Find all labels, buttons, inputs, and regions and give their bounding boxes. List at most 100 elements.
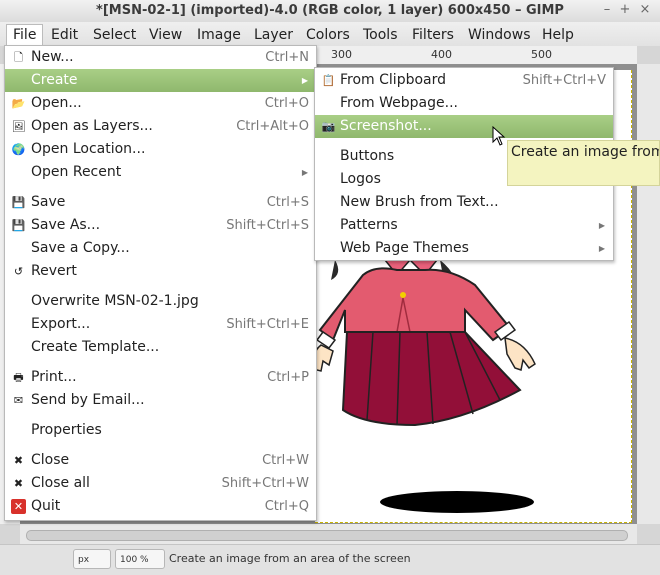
mouse-cursor-icon <box>492 126 506 146</box>
tooltip-text: Create an image from a <box>511 144 659 160</box>
menu-select[interactable]: Select <box>87 25 142 45</box>
menu-item-open-location[interactable]: 🌍 Open Location... <box>5 138 316 161</box>
menu-item-label: Buttons <box>340 148 395 164</box>
menu-item-label: Revert <box>31 263 77 279</box>
menu-help[interactable]: Help <box>536 25 580 45</box>
menu-item-accel: Ctrl+S <box>266 195 309 210</box>
menu-item-label: Send by Email... <box>31 392 145 408</box>
maximize-button[interactable]: + <box>617 2 633 18</box>
save-icon: 💾 <box>11 196 26 209</box>
file-menu: 🗋 New... Ctrl+N Create ▶ 📂 Open... Ctrl+… <box>4 45 317 521</box>
menu-item-save-as[interactable]: 💾 Save As... Shift+Ctrl+S <box>5 214 316 237</box>
ruler-label: 300 <box>331 48 352 61</box>
window-title: *[MSN-02-1] (imported)-4.0 (RGB color, 1… <box>96 3 564 18</box>
menu-colors[interactable]: Colors <box>300 25 356 45</box>
menu-item-save-copy[interactable]: Save a Copy... <box>5 237 316 260</box>
menu-item-label: Print... <box>31 369 77 385</box>
menu-image[interactable]: Image <box>191 25 247 45</box>
tooltip: Create an image from a <box>507 140 660 186</box>
camera-icon: 📷 <box>321 120 336 133</box>
menu-layer[interactable]: Layer <box>248 25 299 45</box>
submenu-arrow-icon: ▶ <box>598 221 605 230</box>
revert-icon: ↺ <box>13 265 24 278</box>
menu-item-label: From Webpage... <box>340 95 458 111</box>
menu-item-label: Export... <box>31 316 91 332</box>
status-message: Create an image from an area of the scre… <box>169 552 411 565</box>
menu-item-save[interactable]: 💾 Save Ctrl+S <box>5 191 316 214</box>
menu-item-web-page-themes[interactable]: Web Page Themes ▶ <box>315 237 613 260</box>
menu-item-export[interactable]: Export... Shift+Ctrl+E <box>5 313 316 336</box>
close-icon: ✖ <box>13 477 24 490</box>
open-layers-icon: 🖼 <box>11 120 26 133</box>
menu-item-label: Overwrite MSN-02-1.jpg <box>31 293 199 309</box>
horizontal-scrollbar[interactable] <box>20 524 637 544</box>
menu-item-label: Open Location... <box>31 141 146 157</box>
menu-item-close[interactable]: ✖ Close Ctrl+W <box>5 449 316 472</box>
menu-item-from-clipboard[interactable]: 📋 From Clipboard Shift+Ctrl+V <box>315 69 613 92</box>
minimize-button[interactable]: – <box>599 2 615 18</box>
menu-item-close-all[interactable]: ✖ Close all Shift+Ctrl+W <box>5 472 316 495</box>
menu-item-accel: Shift+Ctrl+S <box>226 218 309 233</box>
menu-item-accel: Shift+Ctrl+E <box>226 317 309 332</box>
menu-item-revert[interactable]: ↺ Revert <box>5 260 316 283</box>
menu-item-label: Web Page Themes <box>340 240 469 256</box>
unit-selector[interactable]: px <box>73 549 111 569</box>
menu-item-label: Open as Layers... <box>31 118 153 134</box>
menu-item-create[interactable]: Create ▶ <box>5 69 316 92</box>
menu-item-label: Close <box>31 452 70 468</box>
close-icon: ✖ <box>13 454 24 467</box>
menu-item-label: Open... <box>31 95 82 111</box>
menu-item-label: Patterns <box>340 217 398 233</box>
menu-item-screenshot[interactable]: 📷 Screenshot... <box>315 115 613 138</box>
menu-item-label: Close all <box>31 475 90 491</box>
menu-tools[interactable]: Tools <box>357 25 404 45</box>
menu-item-label: Quit <box>31 498 61 514</box>
status-bar: px 100 % Create an image from an area of… <box>0 544 660 575</box>
menu-item-label: Save As... <box>31 217 101 233</box>
horizontal-ruler[interactable]: 300 400 500 <box>315 46 637 65</box>
folder-icon: 📂 <box>11 97 26 110</box>
menu-item-label: Logos <box>340 171 381 187</box>
menu-item-print[interactable]: 🖶 Print... Ctrl+P <box>5 366 316 389</box>
quit-icon: ✕ <box>11 499 26 514</box>
menu-item-quit[interactable]: ✕ Quit Ctrl+Q <box>5 495 316 518</box>
ruler-label: 400 <box>431 48 452 61</box>
ruler-label: 500 <box>531 48 552 61</box>
title-bar: *[MSN-02-1] (imported)-4.0 (RGB color, 1… <box>0 0 660 23</box>
menu-item-patterns[interactable]: Patterns ▶ <box>315 214 613 237</box>
menu-item-properties[interactable]: Properties <box>5 419 316 442</box>
menu-view[interactable]: View <box>143 25 188 45</box>
menu-item-label: Open Recent <box>31 164 122 180</box>
menu-item-new[interactable]: 🗋 New... Ctrl+N <box>5 46 316 69</box>
menu-item-accel: Shift+Ctrl+W <box>221 476 309 491</box>
menu-item-overwrite[interactable]: Overwrite MSN-02-1.jpg <box>5 290 316 313</box>
menu-item-label: Save a Copy... <box>31 240 130 256</box>
menu-item-accel: Ctrl+Alt+O <box>236 119 309 134</box>
horizontal-scroll-thumb[interactable] <box>26 530 628 541</box>
zoom-selector[interactable]: 100 % <box>115 549 165 569</box>
menu-item-open-as-layers[interactable]: 🖼 Open as Layers... Ctrl+Alt+O <box>5 115 316 138</box>
menu-item-label: From Clipboard <box>340 72 447 88</box>
menu-item-label: Properties <box>31 422 102 438</box>
menu-item-from-webpage[interactable]: From Webpage... <box>315 92 613 115</box>
menu-item-label: Save <box>31 194 66 210</box>
printer-icon: 🖶 <box>13 371 24 384</box>
menu-item-accel: Ctrl+O <box>264 96 309 111</box>
close-window-button[interactable]: × <box>637 2 653 18</box>
menu-item-label: Create <box>31 72 78 88</box>
menu-item-label: New... <box>31 49 74 65</box>
menu-item-open-recent[interactable]: Open Recent ▶ <box>5 161 316 184</box>
menu-filters[interactable]: Filters <box>406 25 460 45</box>
menu-item-open[interactable]: 📂 Open... Ctrl+O <box>5 92 316 115</box>
menu-item-send-email[interactable]: ✉ Send by Email... <box>5 389 316 412</box>
menu-item-new-brush[interactable]: New Brush from Text... <box>315 191 613 214</box>
vertical-scrollbar[interactable] <box>637 64 660 524</box>
menu-edit[interactable]: Edit <box>45 25 84 45</box>
menu-windows[interactable]: Windows <box>462 25 537 45</box>
menu-file[interactable]: File <box>6 24 44 45</box>
menu-item-accel: Ctrl+Q <box>264 499 309 514</box>
submenu-arrow-icon: ▶ <box>301 168 308 177</box>
menu-item-create-template[interactable]: Create Template... <box>5 336 316 359</box>
menu-item-label: Create Template... <box>31 339 160 355</box>
new-icon: 🗋 <box>14 51 23 64</box>
